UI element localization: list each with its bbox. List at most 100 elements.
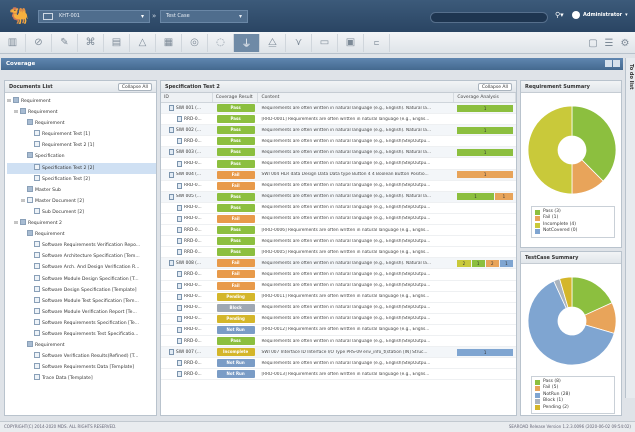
tree-node[interactable]: ⊟ Requirement [7, 107, 156, 118]
tree-node[interactable]: Requirement [7, 229, 156, 240]
link-icon[interactable]: ⌘ [78, 33, 104, 52]
collapse-all-button[interactable]: Collapse All [117, 83, 152, 91]
coverage-icon[interactable]: ⏚ [234, 33, 260, 52]
table-row[interactable]: RRD-0... Not Run [RRD-0012] Requirements a… [161, 325, 516, 336]
column-content[interactable]: Content [258, 93, 455, 102]
tree-node[interactable]: Trace Data [Template] [7, 373, 156, 384]
status-badge: Pending [216, 292, 255, 301]
tree-node[interactable]: Specification Test [2] [7, 174, 156, 185]
tree-node[interactable]: ⊟ Master Document [2] [7, 196, 156, 207]
search-filter-icon[interactable]: ⚲▾ [555, 11, 564, 19]
table-row[interactable]: SWI 002 (... Pass Requirements are often w… [161, 125, 516, 137]
coverage-header: Coverage [1, 58, 623, 70]
table-row[interactable]: RRD-0... Pending Requirements are often wr… [161, 314, 516, 325]
legend-item[interactable]: NotCovered (0) [535, 228, 611, 234]
table-row[interactable]: RRD-0... Fail Requirements are often writt… [161, 281, 516, 292]
tree-node-label: Specification [35, 154, 65, 160]
dashboard-icon[interactable]: ▥ [0, 33, 26, 52]
table-row[interactable]: RRD-0... Pass [RRD-0001] Requirements are … [161, 114, 516, 126]
tree-node[interactable]: Software Module Design Specification [T.… [7, 274, 156, 285]
table-row[interactable]: RRD-0... Fail Requirements are often writt… [161, 181, 516, 192]
project-select[interactable]: KHT-001 ▾ [38, 10, 150, 23]
tree-node[interactable]: Software Requirements Specification [Te.… [7, 318, 156, 329]
tree-node[interactable]: Requirement Test 2 [1] [7, 140, 156, 151]
table-row[interactable]: SWI 007 (... Incomplete SWI 007 Interface … [161, 347, 516, 359]
document-icon [177, 315, 182, 322]
camel-logo-icon[interactable]: 🐫 [6, 3, 32, 29]
tree-node[interactable]: Software Requirements Verification Repo.… [7, 240, 156, 251]
table-row[interactable]: RRD-0... Pass [RRD-0006] Requirements are … [161, 225, 516, 237]
warning-icon[interactable]: △ [130, 33, 156, 52]
folder-icon[interactable]: ▭ [312, 33, 338, 52]
pie-slice[interactable] [527, 105, 573, 195]
tree-node[interactable]: Software Module Verification Report [Te.… [7, 307, 156, 318]
tree-node[interactable]: ⊟ Requirement 2 [7, 218, 156, 229]
tree-node[interactable]: Sub Document [2] [7, 207, 156, 218]
tree-node[interactable]: Software Verification Results(Refined) [… [7, 351, 156, 362]
status-badge: Fail [216, 281, 255, 290]
edit-icon[interactable]: ✎ [52, 33, 78, 52]
tree-node[interactable]: Software Arch. And Design Verification R… [7, 262, 156, 273]
legend-item[interactable]: Pending (2) [535, 405, 611, 411]
flag-icon[interactable]: ⊏ [364, 33, 390, 52]
compass-icon[interactable]: ⊘ [26, 33, 52, 52]
column-coverage-result[interactable]: Coverage Result [213, 93, 259, 102]
collapse-all-button[interactable]: Collapse All [477, 83, 512, 91]
chat-icon[interactable]: ◎ [182, 33, 208, 52]
comment-icon[interactable]: ◌ [208, 33, 234, 52]
table-row[interactable]: RRD-0... Pass Requirements are often writt… [161, 203, 516, 214]
table-row[interactable]: RRD-0... Block Requirements are often writ… [161, 303, 516, 314]
document-icon [177, 282, 182, 289]
table-row[interactable]: RRD-0... Fail Requirements are often writt… [161, 269, 516, 281]
table-row[interactable]: RRD-0... Not Run Requirements are often wr… [161, 358, 516, 370]
user-menu[interactable]: Administrator ▾ [572, 11, 628, 19]
table-row[interactable]: RRD-0... Pass Requirements are often writt… [161, 236, 516, 248]
tree-node[interactable]: ⊟ Requirement [7, 96, 156, 107]
row-id: RRD-0... [184, 271, 202, 277]
table-row[interactable]: RRD-0... Pass Requirements are often writt… [161, 136, 516, 148]
coverage-result-cell: Pass [213, 104, 259, 113]
close-icon[interactable] [613, 60, 620, 67]
calendar-icon[interactable]: ▦ [156, 33, 182, 52]
tree-node[interactable]: Software Requirements Test Specificatio.… [7, 329, 156, 340]
table-row[interactable]: RRD-0... Pass Requirements are often writt… [161, 336, 516, 348]
table-row[interactable]: SWI 008 (... Fail Requirements are often w… [161, 258, 516, 270]
document-icon [177, 249, 182, 256]
testcase-select[interactable]: Test Case ▾ [160, 10, 248, 23]
tree-node[interactable]: Requirement Test [1] [7, 129, 156, 140]
table-row[interactable]: RRD-0... Not Run [RRD-0013] Requirements a… [161, 369, 516, 381]
table-row[interactable]: SWI 003 (... Pass Requirements are often w… [161, 147, 516, 159]
table-row[interactable]: SWI 005 (... Pass Requirements are often w… [161, 191, 516, 203]
chevron-icon[interactable]: ⋎ [286, 33, 312, 52]
gear-icon[interactable]: ⚙ [612, 34, 635, 52]
tree-node[interactable]: Specification Test 2 [2] [7, 162, 156, 174]
row-id-cell: RRD-0... [161, 326, 213, 333]
todo-side-tab[interactable]: To do list [625, 58, 635, 398]
tree-node[interactable]: Master Sub [7, 185, 156, 196]
table-row[interactable]: RRD-0... Pass [RRD-0005] Requirements are … [161, 247, 516, 259]
tree-node[interactable]: Software Design Specification [Template] [7, 285, 156, 296]
row-id-cell: RRD-0... [161, 116, 213, 123]
report-icon[interactable]: ▣ [338, 33, 364, 52]
tree-node[interactable]: Software Architecture Specification [Tem… [7, 251, 156, 262]
row-id-cell: SWI 003 (... [161, 149, 213, 156]
tree-node[interactable]: Requirement [7, 118, 156, 129]
row-id: RRD-0... [184, 238, 202, 244]
global-search-input[interactable] [430, 12, 548, 23]
document-icon[interactable]: ▤ [104, 33, 130, 52]
column-coverage-analysis[interactable]: Coverage Analysis [454, 93, 516, 102]
restore-icon[interactable] [605, 60, 612, 67]
tree-node[interactable]: Software Module Test Specification [Tem.… [7, 296, 156, 307]
tree-node[interactable]: Specification [7, 151, 156, 162]
table-row[interactable]: RRD-0... Fail Requirements are often writt… [161, 214, 516, 226]
table-row[interactable]: RRD-0... Pass Requirements are often writt… [161, 158, 516, 170]
table-row[interactable]: SWI 004 (... Fail SWI 004 HLR data Design … [161, 169, 516, 181]
document-icon [177, 138, 182, 145]
column-id[interactable]: ID [161, 93, 213, 102]
tree-node[interactable]: Software Requirements Data [Template] [7, 362, 156, 373]
tree-node[interactable]: Requirement [7, 340, 156, 351]
table-row[interactable]: SWI 001 (... Pass Requirements are often w… [161, 103, 516, 115]
triangle-icon[interactable]: ⧋ [260, 33, 286, 52]
table-row[interactable]: RRD-0... Pending [RRD-0011] Requirements a… [161, 292, 516, 303]
tree-node-label: Specification Test [2] [42, 176, 90, 182]
